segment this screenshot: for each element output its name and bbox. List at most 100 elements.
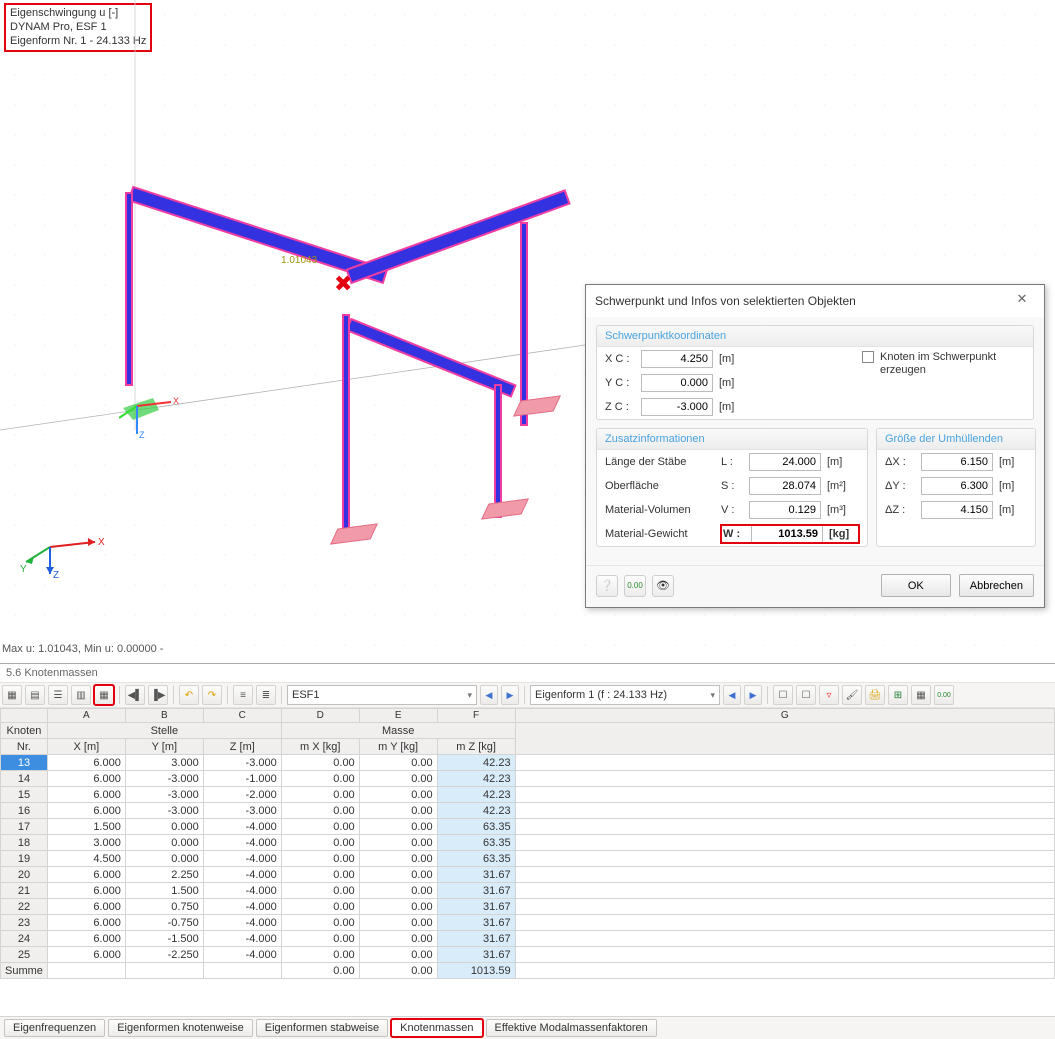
- dz-field: [921, 501, 993, 519]
- table-wrapper: ABC DEF G Knoten Stelle Masse Nr. X [m]Y…: [0, 708, 1055, 979]
- xc-unit: [m]: [719, 353, 747, 365]
- tool-print-icon[interactable]: 🖨: [865, 685, 885, 705]
- length-label: Länge der Stäbe: [605, 456, 715, 468]
- table-row[interactable]: 183.0000.000-4.0000.000.0063.35: [1, 835, 1055, 851]
- result-tabs: Eigenfrequenzen Eigenformen knotenweise …: [0, 1016, 1055, 1039]
- close-icon[interactable]: ✕: [1009, 291, 1035, 311]
- eye-icon[interactable]: 👁: [652, 575, 674, 597]
- tab-eigenformen-stab[interactable]: Eigenformen stabweise: [256, 1019, 388, 1037]
- dx-label: ΔX :: [885, 456, 915, 468]
- tool-next-icon[interactable]: ▐▶: [148, 685, 168, 705]
- create-node-label-1: Knoten im Schwerpunkt: [880, 351, 996, 364]
- status-min-max: Max u: 1.01043, Min u: 0.00000 -: [2, 643, 163, 655]
- surface-label: Oberfläche: [605, 480, 715, 492]
- tool-grid-icon[interactable]: ▤: [25, 685, 45, 705]
- table-row[interactable]: 236.000-0.750-4.0000.000.0031.67: [1, 915, 1055, 931]
- eigenform-overlay-label: Eigenschwingung u [-] DYNAM Pro, ESF 1 E…: [4, 3, 152, 52]
- tool-misc1-icon[interactable]: ☐: [773, 685, 793, 705]
- ok-button[interactable]: OK: [881, 574, 951, 597]
- overlay-line3: Eigenform Nr. 1 - 24.133 Hz: [10, 35, 146, 49]
- knotenmassen-table[interactable]: ABC DEF G Knoten Stelle Masse Nr. X [m]Y…: [0, 708, 1055, 979]
- table-row[interactable]: 226.0000.750-4.0000.000.0031.67: [1, 899, 1055, 915]
- overlay-line2: DYNAM Pro, ESF 1: [10, 21, 146, 35]
- yc-unit: [m]: [719, 377, 747, 389]
- col-group-stelle: Stelle: [47, 723, 281, 739]
- tool-paint-icon[interactable]: 🖌: [842, 685, 862, 705]
- table-row[interactable]: 171.5000.000-4.0000.000.0063.35: [1, 819, 1055, 835]
- tool-misc2-icon[interactable]: ☐: [796, 685, 816, 705]
- overlay-line1: Eigenschwingung u [-]: [10, 7, 146, 21]
- zc-unit: [m]: [719, 401, 747, 413]
- tab-eigenformen-knoten[interactable]: Eigenformen knotenweise: [108, 1019, 253, 1037]
- results-panel: 5.6 Knotenmassen ▦ ▤ ☰ ▥ ▦ ◀▌ ▐▶ ↶ ↷ ≡ ≣…: [0, 663, 1055, 1039]
- col-group-knoten: Knoten: [1, 723, 48, 739]
- tool-export-icon[interactable]: ▦: [911, 685, 931, 705]
- volume-field: [749, 501, 821, 519]
- create-node-label-2: erzeugen: [880, 364, 996, 377]
- create-node-checkbox[interactable]: [862, 351, 874, 363]
- loadcase-combo[interactable]: ESF1: [287, 685, 477, 705]
- units-icon[interactable]: 0.00: [624, 575, 646, 597]
- xc-label: X C :: [605, 353, 635, 365]
- panel-toolbar: ▦ ▤ ☰ ▥ ▦ ◀▌ ▐▶ ↶ ↷ ≡ ≣ ESF1 ◀ ▶ Eigenfo…: [0, 682, 1055, 708]
- dy-field: [921, 477, 993, 495]
- lc-prev-button[interactable]: ◀: [480, 685, 498, 705]
- tool-precision-icon[interactable]: 0.00: [934, 685, 954, 705]
- help-icon[interactable]: ❔: [596, 575, 618, 597]
- weight-label: Material-Gewicht: [605, 528, 715, 540]
- dy-label: ΔY :: [885, 480, 915, 492]
- weight-field: [751, 525, 823, 543]
- mode-deformation-value: 1.01043: [281, 255, 317, 266]
- dialog-title: Schwerpunkt und Infos von selektierten O…: [595, 294, 856, 308]
- table-row[interactable]: 136.0003.000-3.0000.000.0042.23: [1, 755, 1055, 771]
- yc-field[interactable]: [641, 374, 713, 392]
- table-row[interactable]: 194.5000.000-4.0000.000.0063.35: [1, 851, 1055, 867]
- table-row[interactable]: 216.0001.500-4.0000.000.0031.67: [1, 883, 1055, 899]
- tool-prev-icon[interactable]: ◀▌: [125, 685, 145, 705]
- svg-text:Z: Z: [53, 570, 59, 581]
- group-zusatzinfo-title: Zusatzinformationen: [597, 429, 867, 450]
- group-bbox-title: Größe der Umhüllenden: [877, 429, 1035, 450]
- length-field: [749, 453, 821, 471]
- tool-rows-icon[interactable]: ≡: [233, 685, 253, 705]
- table-sum-row: Summe0.000.001013.59: [1, 963, 1055, 979]
- tool-excel-icon[interactable]: ⊞: [888, 685, 908, 705]
- centroid-info-dialog: Schwerpunkt und Infos von selektierten O…: [585, 284, 1045, 608]
- cancel-button[interactable]: Abbrechen: [959, 574, 1034, 597]
- eigenform-combo[interactable]: Eigenform 1 (f : 24.133 Hz): [530, 685, 720, 705]
- tool-cols-icon[interactable]: ≣: [256, 685, 276, 705]
- group-schwerpunkt-title: Schwerpunktkoordinaten: [597, 326, 1033, 347]
- zc-field[interactable]: [641, 398, 713, 416]
- tool-undo-icon[interactable]: ↶: [179, 685, 199, 705]
- table-row[interactable]: 146.000-3.000-1.0000.000.0042.23: [1, 771, 1055, 787]
- svg-text:X: X: [98, 537, 105, 548]
- col-group-masse: Masse: [281, 723, 515, 739]
- volume-label: Material-Volumen: [605, 504, 715, 516]
- tool-table-icon[interactable]: ▦: [2, 685, 22, 705]
- tab-modalmassen[interactable]: Effektive Modalmassenfaktoren: [486, 1019, 657, 1037]
- svg-text:Z: Z: [139, 430, 145, 440]
- yc-label: Y C :: [605, 377, 635, 389]
- lc-next-button[interactable]: ▶: [501, 685, 519, 705]
- tab-knotenmassen[interactable]: Knotenmassen: [391, 1019, 482, 1037]
- tool-form-icon[interactable]: ▥: [71, 685, 91, 705]
- tool-redo-icon[interactable]: ↷: [202, 685, 222, 705]
- table-row[interactable]: 166.000-3.000-3.0000.000.0042.23: [1, 803, 1055, 819]
- group-schwerpunkt: Schwerpunktkoordinaten X C : [m] Y C : [m]…: [596, 325, 1034, 420]
- table-row[interactable]: 156.000-3.000-2.0000.000.0042.23: [1, 787, 1055, 803]
- group-zusatzinfo: Zusatzinformationen Länge der StäbeL :[m…: [596, 428, 868, 547]
- surface-field: [749, 477, 821, 495]
- tab-eigenfrequenzen[interactable]: Eigenfrequenzen: [4, 1019, 105, 1037]
- tool-chart-icon[interactable]: ▦: [94, 685, 114, 705]
- svg-text:X: X: [173, 396, 179, 406]
- tool-filter-icon[interactable]: ▿: [819, 685, 839, 705]
- table-row[interactable]: 256.000-2.250-4.0000.000.0031.67: [1, 947, 1055, 963]
- ef-prev-button[interactable]: ◀: [723, 685, 741, 705]
- dx-field: [921, 453, 993, 471]
- tool-tree-icon[interactable]: ☰: [48, 685, 68, 705]
- table-row[interactable]: 206.0002.250-4.0000.000.0031.67: [1, 867, 1055, 883]
- ef-next-button[interactable]: ▶: [744, 685, 762, 705]
- xc-field[interactable]: [641, 350, 713, 368]
- panel-title: 5.6 Knotenmassen: [0, 664, 1055, 682]
- table-row[interactable]: 246.000-1.500-4.0000.000.0031.67: [1, 931, 1055, 947]
